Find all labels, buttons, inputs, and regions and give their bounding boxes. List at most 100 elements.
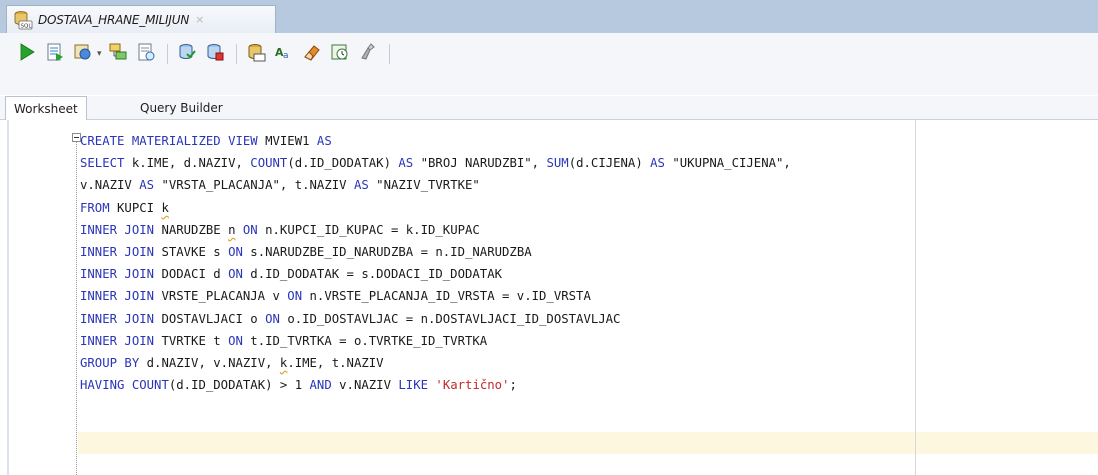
code-token: MVIEW1 — [265, 134, 317, 148]
autotrace-button[interactable] — [70, 41, 96, 67]
sql-history-button[interactable] — [327, 41, 353, 67]
code-token: AS — [353, 178, 377, 193]
code-line[interactable]: INNER JOIN VRSTE_PLACANJA v ON n.VRSTE_P… — [80, 285, 791, 307]
clear-eraser-button[interactable] — [299, 41, 325, 67]
format-button[interactable] — [355, 41, 381, 67]
commit-button[interactable] — [174, 41, 200, 67]
code-line[interactable]: v.NAZIV AS "VRSTA_PLACANJA", t.NAZIV AS … — [80, 174, 791, 196]
code-token: GROUP BY — [80, 355, 147, 370]
document-tab[interactable]: SQL DOSTAVA_HRANE_MILIJUN × — [6, 5, 276, 33]
code-token: AS — [316, 134, 332, 148]
code-token: n.VRSTE_PLACANJA_ID_VRSTA = v.ID_VRSTA — [309, 289, 591, 304]
document-tab-title: DOSTAVA_HRANE_MILIJUN — [38, 12, 190, 27]
code-token: DODACI d — [161, 267, 229, 282]
code-token: v.NAZIV — [339, 378, 399, 393]
code-token: INNER JOIN — [80, 311, 162, 326]
code-token: k — [161, 200, 169, 215]
code-token: STAVKE s — [161, 244, 229, 259]
code-token: AS — [398, 156, 421, 171]
sql-tuning-button[interactable] — [133, 41, 159, 67]
code-token: ON — [242, 222, 266, 237]
to-upper-lower-button[interactable]: A a — [271, 41, 297, 67]
unshared-sql-button[interactable] — [243, 41, 269, 67]
code-token: ON — [287, 289, 310, 304]
document-tab-strip: SQL DOSTAVA_HRANE_MILIJUN × — [0, 0, 1098, 33]
toolbar-separator — [235, 44, 237, 64]
to-upper-lower-icon: A a — [274, 42, 294, 66]
code-token: SELECT — [80, 156, 132, 171]
code-token: n.KUPCI_ID_KUPAC = k.ID_KUPAC — [265, 222, 480, 237]
code-token: LIKE — [398, 378, 436, 393]
code-line[interactable]: SELECT k.IME, d.NAZIV, COUNT(d.ID_DODATA… — [80, 152, 791, 174]
code-token: (d.ID_DODATAK) > 1 — [168, 378, 310, 393]
sql-editor[interactable]: CREATE MATERIALIZED VIEW MVIEW1 AS SELECT… — [0, 120, 1098, 475]
code-line[interactable]: INNER JOIN NARUDZBE n ON n.KUPCI_ID_KUPA… — [80, 219, 791, 241]
run-statement-button[interactable] — [14, 41, 40, 67]
sql-history-icon — [330, 42, 350, 66]
code-token: , — [531, 156, 547, 171]
code-token: NARUDZBE — [161, 222, 229, 237]
code-token: COUNT — [131, 378, 169, 393]
code-token: d.ID_DODATAK = s.DODACI_ID_DODATAK — [250, 267, 503, 282]
sql-database-icon: SQL — [13, 10, 33, 30]
close-tab-icon[interactable]: × — [195, 13, 204, 26]
code-line[interactable]: INNER JOIN TVRTKE t ON t.ID_TVRTKA = o.T… — [80, 330, 791, 352]
explain-plan-icon — [108, 42, 128, 66]
code-token: TVRTKE t — [161, 333, 229, 348]
explain-plan-button[interactable] — [105, 41, 131, 67]
code-token: "NAZIV_TVRTKE" — [376, 178, 480, 193]
worksheet-toolbar: ▾ A a — [0, 33, 1098, 95]
dropdown-chevron-icon[interactable]: ▾ — [97, 49, 102, 59]
run-statement-icon — [17, 42, 37, 66]
unshared-sql-icon — [246, 42, 266, 66]
tab-worksheet[interactable]: Worksheet — [5, 96, 87, 121]
editor-left-border — [7, 120, 9, 475]
code-token: INNER JOIN — [80, 222, 162, 237]
code-line[interactable]: CREATE MATERIALIZED VIEW MVIEW1 AS — [80, 130, 791, 152]
code-token: t.ID_TVRTKA = o.TVRTKE_ID_TVRTKA — [250, 333, 488, 348]
right-margin-line — [915, 120, 916, 475]
code-token: AND — [309, 378, 340, 393]
rollback-button[interactable] — [202, 41, 228, 67]
toolbar-separator — [166, 44, 168, 64]
code-token: INNER JOIN — [80, 267, 162, 282]
code-token: ON — [228, 267, 251, 282]
code-line[interactable]: FROM KUPCI k — [80, 197, 791, 219]
code-line[interactable]: INNER JOIN DOSTAVLJACI o ON o.ID_DOSTAVL… — [80, 308, 791, 330]
current-line-highlight — [78, 432, 1098, 454]
code-line[interactable]: HAVING COUNT(d.ID_DODATAK) > 1 AND v.NAZ… — [80, 374, 791, 396]
code-token: SUM — [546, 156, 569, 171]
code-token: ON — [228, 244, 251, 259]
sql-tuning-icon — [136, 42, 156, 66]
code-token: v.NAZIV — [80, 178, 140, 193]
code-token: INNER JOIN — [80, 244, 162, 259]
tab-query-builder[interactable]: Query Builder — [132, 96, 231, 120]
code-token: k.IME, d.NAZIV, — [131, 156, 251, 171]
code-token: 'Kartično' — [435, 378, 510, 393]
code-token: CREATE MATERIALIZED VIEW — [80, 134, 266, 148]
code-line[interactable]: INNER JOIN DODACI d ON d.ID_DODATAK = s.… — [80, 263, 791, 285]
code-token: DOSTAVLJACI o — [161, 311, 266, 326]
svg-text:SQL: SQL — [21, 23, 33, 29]
code-token: AS — [650, 156, 673, 171]
commit-icon — [177, 42, 197, 66]
code-token: VRSTE_PLACANJA v — [161, 289, 288, 304]
code-token: "VRSTA_PLACANJA", t.NAZIV — [161, 178, 354, 193]
run-script-icon — [45, 42, 65, 66]
sql-code[interactable]: CREATE MATERIALIZED VIEW MVIEW1 AS SELECT… — [80, 130, 791, 396]
code-line[interactable]: GROUP BY d.NAZIV, v.NAZIV, k.IME, t.NAZI… — [80, 352, 791, 374]
code-token: s.NARUDZBE_ID_NARUDZBA = n.ID_NARUDZBA — [250, 244, 532, 259]
autotrace-icon — [73, 42, 93, 66]
run-script-button[interactable] — [42, 41, 68, 67]
code-token: INNER JOIN — [80, 289, 162, 304]
code-token: HAVING — [80, 378, 132, 393]
code-line[interactable]: INNER JOIN STAVKE s ON s.NARUDZBE_ID_NAR… — [80, 241, 791, 263]
code-token: o.ID_DOSTAVLJAC = n.DOSTAVLJACI_ID_DOSTA… — [287, 311, 621, 326]
code-token: ON — [265, 311, 288, 326]
clear-eraser-icon — [302, 42, 322, 66]
code-token: ; — [509, 378, 517, 393]
code-token: INNER JOIN — [80, 333, 162, 348]
fold-guide-line — [76, 142, 77, 475]
code-token: "BROJ NARUDZBI" — [420, 156, 532, 171]
